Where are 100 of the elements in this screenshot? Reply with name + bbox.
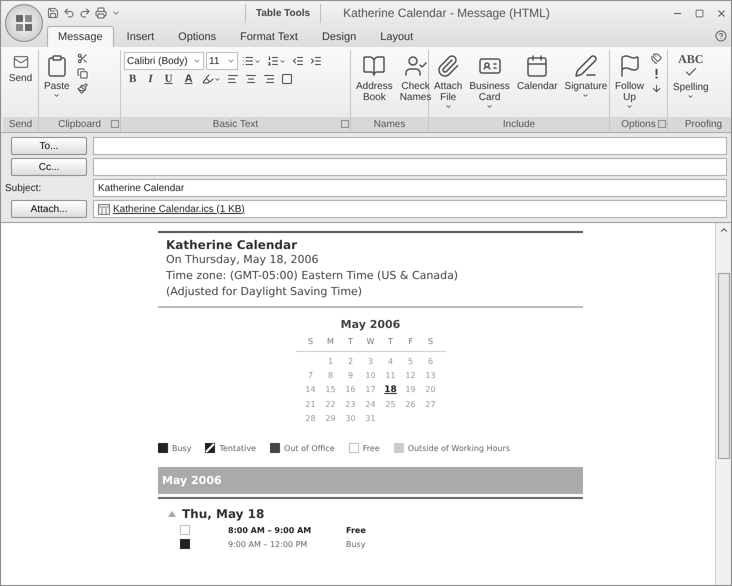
to-field[interactable] xyxy=(93,137,727,155)
calendar-day[interactable]: 2 xyxy=(348,357,354,366)
attach-button[interactable]: Attach... xyxy=(11,200,87,218)
group-label: Options xyxy=(621,119,656,130)
calendar-day[interactable]: 14 xyxy=(305,385,316,395)
ribbon-tab[interactable]: Layout xyxy=(369,26,424,47)
calendar-day[interactable]: 10 xyxy=(365,371,376,380)
tags-button[interactable] xyxy=(649,52,664,65)
group-label: Names xyxy=(374,119,406,130)
calendar-day[interactable]: 28 xyxy=(305,414,316,423)
free-swatch-icon xyxy=(348,443,359,453)
undo-icon[interactable] xyxy=(63,7,75,19)
help-icon[interactable] xyxy=(715,30,727,42)
font-color-button[interactable]: A xyxy=(180,72,198,86)
calendar-day[interactable]: 23 xyxy=(345,400,356,409)
event-status: Free xyxy=(346,526,366,534)
calendar-day[interactable]: 24 xyxy=(365,400,376,409)
printer-icon[interactable] xyxy=(95,7,107,19)
calendar-day[interactable]: 3 xyxy=(368,357,374,366)
copy-button[interactable] xyxy=(74,67,90,80)
calendar-title: Katherine Calendar xyxy=(166,238,298,252)
weekday-label: T xyxy=(388,337,393,346)
legend-label: Tentative xyxy=(219,444,256,452)
format-button[interactable]: I xyxy=(143,72,158,86)
caret-icon xyxy=(227,57,235,65)
pen-icon xyxy=(574,54,598,78)
spelling-icon: ABC xyxy=(678,54,704,79)
caret-icon xyxy=(193,57,201,65)
calendar-day[interactable]: 21 xyxy=(305,400,316,409)
ribbon-button[interactable]: Signature xyxy=(562,52,610,101)
calendar-day[interactable]: 6 xyxy=(428,357,434,366)
calendar-day[interactable]: 15 xyxy=(325,385,336,395)
scrollbar[interactable] xyxy=(715,223,731,585)
calendar-day[interactable]: 4 xyxy=(388,357,394,366)
weekday-label: M xyxy=(327,337,334,346)
subject-field[interactable]: Katherine Calendar xyxy=(93,179,727,197)
calendar-day[interactable]: 1 xyxy=(328,357,334,366)
caret-icon xyxy=(254,58,261,64)
calendar-day[interactable]: 25 xyxy=(385,400,396,409)
calendar-day[interactable]: 27 xyxy=(425,400,436,409)
redo-icon[interactable] xyxy=(79,7,91,19)
calendar-day[interactable]: 17 xyxy=(365,385,376,395)
send-button[interactable]: Send xyxy=(6,52,35,86)
calendar-day[interactable]: 30 xyxy=(345,414,356,423)
calendar-day[interactable]: 5 xyxy=(408,357,414,366)
ribbon-button[interactable]: Attach File xyxy=(432,52,464,112)
ribbon-button[interactable]: Calendar xyxy=(514,52,560,94)
group-label: Send xyxy=(8,119,32,130)
book-icon xyxy=(362,54,386,78)
group-label: Basic Text xyxy=(212,119,258,130)
align-left-icon xyxy=(226,73,239,85)
ribbon-button[interactable]: Check Names xyxy=(398,52,434,105)
ribbon-tab[interactable]: Insert xyxy=(116,26,166,47)
calendar-day[interactable]: 13 xyxy=(425,371,436,380)
ribbon-button[interactable]: ABC Spelling xyxy=(671,52,711,102)
format-button[interactable]: B xyxy=(124,72,142,86)
calendar-day[interactable]: 29 xyxy=(325,414,336,423)
font-dropdown[interactable]: Calibri (Body) xyxy=(124,52,204,70)
logo xyxy=(14,13,34,33)
weekday-label: W xyxy=(366,337,374,346)
calendar-day[interactable]: 18 xyxy=(384,385,397,395)
format-painter-button[interactable] xyxy=(74,82,90,95)
ribbon-tab[interactable]: Design xyxy=(310,26,368,47)
ribbon-tab[interactable]: Format Text xyxy=(229,26,309,47)
calendar-day[interactable]: 20 xyxy=(425,385,436,395)
close-icon[interactable] xyxy=(716,8,727,18)
envelope-icon xyxy=(12,54,28,70)
attachment-link[interactable]: Katherine Calendar.ics (1 KB) xyxy=(113,204,245,214)
calendar-month: May 2006 xyxy=(340,318,400,331)
ribbon-button[interactable]: Business Card xyxy=(467,52,512,112)
arrow-down-icon xyxy=(651,83,662,94)
calendar-day[interactable]: 11 xyxy=(385,371,396,380)
calendar-day[interactable]: 26 xyxy=(405,400,416,409)
calendar-day[interactable]: 19 xyxy=(405,385,416,395)
ribbon-tab[interactable]: Options xyxy=(167,26,228,47)
align-right-icon xyxy=(262,73,275,85)
calendar-day[interactable]: 31 xyxy=(365,414,376,423)
clipboard-button[interactable]: Paste xyxy=(42,52,72,101)
cc-button[interactable]: Cc... xyxy=(11,158,87,176)
decrease-indent-button[interactable] xyxy=(290,54,306,68)
office-button[interactable] xyxy=(5,4,43,42)
ribbon-button[interactable]: Address Book xyxy=(354,52,395,105)
options-button[interactable]: Follow Up xyxy=(613,52,646,112)
align-center-icon xyxy=(244,73,257,85)
increase-indent-button[interactable] xyxy=(308,54,324,68)
calendar-day[interactable]: 16 xyxy=(345,385,356,395)
calendar-day[interactable]: 22 xyxy=(325,400,336,409)
calendar-day[interactable]: 7 xyxy=(308,371,314,380)
save-icon[interactable] xyxy=(47,7,59,19)
format-button[interactable]: U xyxy=(160,72,178,86)
ribbon-tab[interactable]: Message xyxy=(47,26,114,47)
font-size-dropdown[interactable]: 11 xyxy=(206,52,238,70)
to-button[interactable]: To... xyxy=(11,137,87,155)
calendar-day[interactable]: 8 xyxy=(328,371,334,380)
calendar-day[interactable]: 9 xyxy=(348,371,354,380)
cc-field[interactable] xyxy=(93,158,727,176)
calendar-day[interactable]: 12 xyxy=(405,371,416,380)
maximize-icon[interactable] xyxy=(695,8,704,18)
contextual-tab-label: Table Tools xyxy=(245,4,322,22)
tag-icon xyxy=(651,53,662,64)
